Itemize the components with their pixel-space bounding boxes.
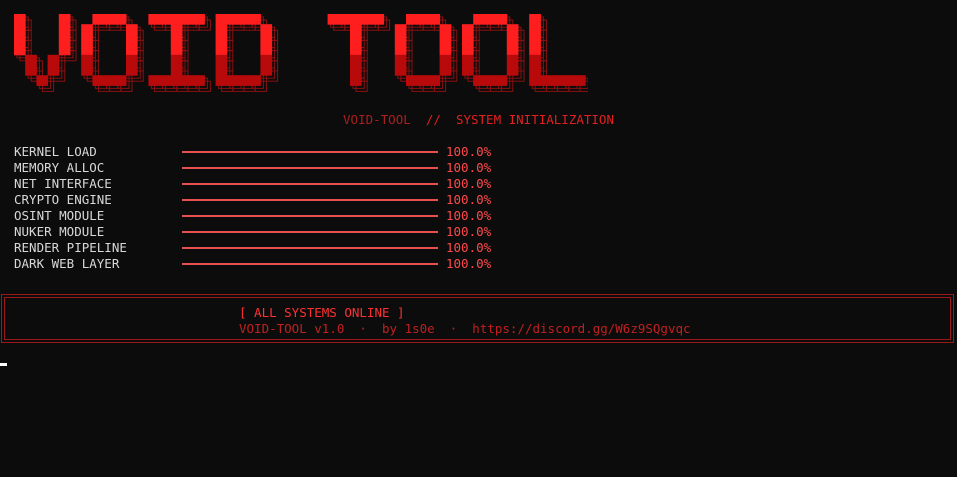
module-progress-bar — [182, 231, 438, 233]
terminal-cursor — [0, 363, 7, 366]
module-percent: 100.0% — [446, 208, 492, 223]
module-row: RENDER PIPELINE 100.0% — [14, 240, 491, 256]
module-progress-fill — [182, 231, 438, 233]
module-row: OSINT MODULE 100.0% — [14, 208, 491, 224]
logo-letters — [14, 14, 586, 86]
module-progress-bar — [182, 151, 438, 153]
module-row: DARK WEB LAYER 100.0% — [14, 256, 491, 272]
module-progress-fill — [182, 199, 438, 201]
module-progress-fill — [182, 215, 438, 217]
module-label: CRYPTO ENGINE — [14, 192, 112, 207]
module-percent: 100.0% — [446, 144, 492, 159]
module-progress-fill — [182, 183, 438, 185]
subtitle-app: VOID-TOOL — [343, 112, 411, 127]
module-progress-fill — [182, 247, 438, 249]
module-row: CRYPTO ENGINE 100.0% — [14, 192, 491, 208]
module-percent: 100.0% — [446, 192, 492, 207]
module-row: KERNEL LOAD 100.0% — [14, 144, 491, 160]
module-percent: 100.0% — [446, 160, 492, 175]
status-info: VOID-TOOL v1.0 · by 1s0e · https://disco… — [239, 321, 691, 336]
void-tool-logo — [14, 14, 588, 92]
subtitle-separator: // — [425, 112, 441, 127]
module-label: KERNEL LOAD — [14, 144, 97, 159]
module-percent: 100.0% — [446, 240, 492, 255]
module-list: KERNEL LOAD 100.0% MEMORY ALLOC 100.0% NET I… — [14, 144, 491, 272]
module-progress-bar — [182, 199, 438, 201]
module-label: NUKER MODULE — [14, 224, 105, 239]
module-progress-bar — [182, 263, 438, 265]
module-progress-fill — [182, 151, 438, 153]
module-progress-bar — [182, 183, 438, 185]
module-progress-bar — [182, 247, 438, 249]
module-label: OSINT MODULE — [14, 208, 105, 223]
module-row: NUKER MODULE 100.0% — [14, 224, 491, 240]
subtitle: VOID-TOOL // SYSTEM INITIALIZATION — [0, 112, 957, 128]
module-row: NET INTERFACE 100.0% — [14, 176, 491, 192]
module-progress-bar — [182, 215, 438, 217]
module-row: MEMORY ALLOC 100.0% — [14, 160, 491, 176]
status-headline: [ ALL SYSTEMS ONLINE ] — [239, 305, 405, 320]
module-percent: 100.0% — [446, 224, 492, 239]
subtitle-message: SYSTEM INITIALIZATION — [455, 112, 614, 127]
status-panel: [ ALL SYSTEMS ONLINE ] VOID-TOOL v1.0 · … — [1, 294, 954, 343]
module-progress-fill — [182, 167, 438, 169]
module-label: MEMORY ALLOC — [14, 160, 105, 175]
module-percent: 100.0% — [446, 176, 492, 191]
module-progress-fill — [182, 263, 438, 265]
module-label: NET INTERFACE — [14, 176, 112, 191]
module-label: DARK WEB LAYER — [14, 256, 120, 271]
module-label: RENDER PIPELINE — [14, 240, 127, 255]
module-percent: 100.0% — [446, 256, 492, 271]
module-progress-bar — [182, 167, 438, 169]
